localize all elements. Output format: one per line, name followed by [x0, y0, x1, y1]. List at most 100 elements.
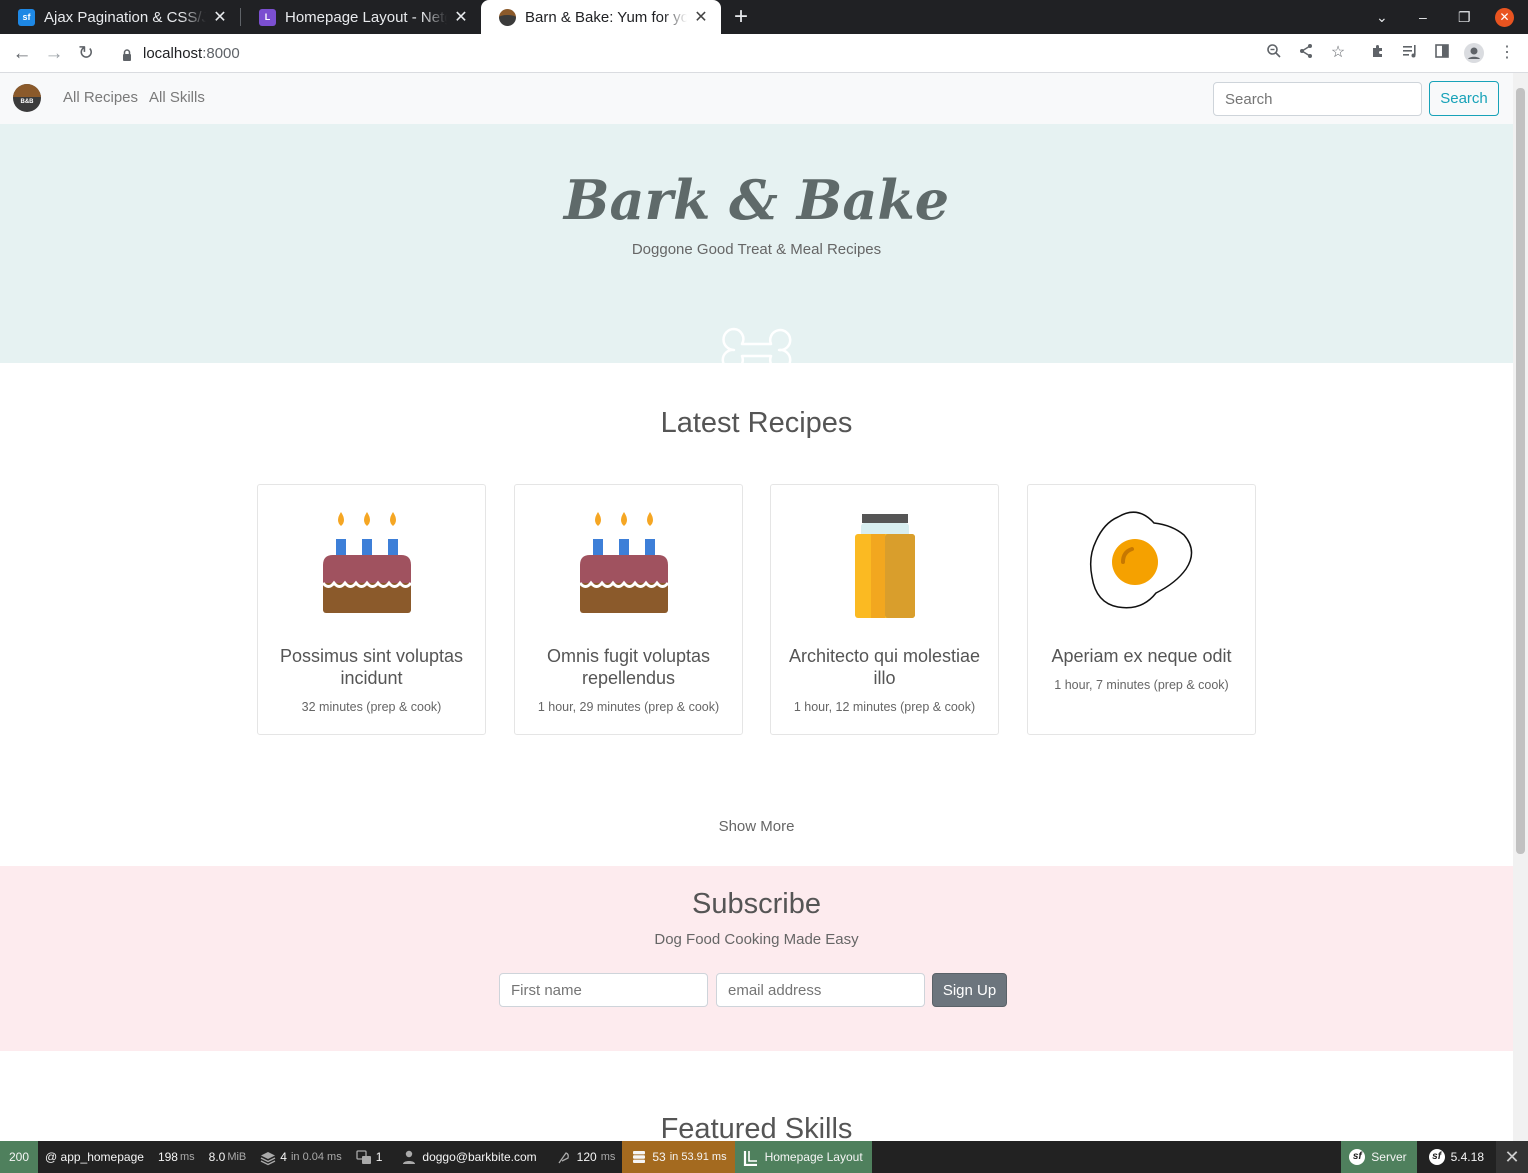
- browser-menu-icon[interactable]: ⋮: [1497, 43, 1517, 63]
- cache-value: 4: [280, 1150, 287, 1164]
- search-button[interactable]: Search: [1429, 81, 1499, 116]
- route-name: @ app_homepage: [45, 1150, 144, 1164]
- url-port: :8000: [202, 45, 240, 62]
- logger-item[interactable]: 120 ms: [550, 1141, 623, 1173]
- site-navbar: B&B All Recipes All Skills Search: [0, 73, 1513, 124]
- symfony-version: 5.4.18: [1450, 1150, 1484, 1164]
- browser-tab-2[interactable]: L Homepage Layout - Netgen ✕: [241, 0, 481, 34]
- close-window-icon[interactable]: ✕: [1495, 0, 1514, 34]
- logger-value: 120: [576, 1150, 597, 1164]
- database-icon: [632, 1150, 646, 1164]
- layout-item[interactable]: Homepage Layout: [734, 1141, 872, 1173]
- back-arrow-icon[interactable]: ←: [10, 42, 34, 66]
- side-panel-icon[interactable]: [1432, 43, 1452, 63]
- netgen-layouts-icon: [743, 1150, 759, 1167]
- zoom-icon[interactable]: [1264, 43, 1284, 63]
- forward-arrow-icon[interactable]: →: [42, 42, 66, 66]
- netgen-layouts-icon: L: [259, 8, 276, 26]
- translation-icon: [356, 1150, 371, 1164]
- symfony-logo-icon: sf: [1428, 1149, 1445, 1165]
- recipe-title[interactable]: Possimus sint voluptas incidunt: [268, 645, 475, 689]
- reload-icon[interactable]: ↻: [74, 42, 98, 66]
- memory-item[interactable]: 8.0 MiB: [202, 1141, 254, 1173]
- db-query-count: 53: [652, 1150, 666, 1164]
- extensions-puzzle-icon[interactable]: [1368, 43, 1388, 63]
- recipe-card[interactable]: Omnis fugit voluptas repellendus 1 hour,…: [514, 484, 743, 735]
- browser-tab-3-active[interactable]: Barn & Bake: Yum for your ✕: [481, 0, 721, 34]
- recipe-title[interactable]: Omnis fugit voluptas repellendus: [525, 645, 732, 689]
- show-more-link[interactable]: Show More: [0, 818, 1513, 835]
- lock-icon: [122, 48, 132, 61]
- server-label: Server: [1371, 1150, 1407, 1164]
- memory-unit: MiB: [227, 1151, 247, 1163]
- recipe-time: 32 minutes (prep & cook): [301, 700, 442, 714]
- bark-bake-icon: [499, 8, 516, 26]
- minimize-icon[interactable]: –: [1419, 0, 1427, 34]
- browser-tab-1[interactable]: sf Ajax Pagination & CSS/JS ✕: [0, 0, 240, 34]
- recipe-title[interactable]: Aperiam ex neque odit: [1038, 645, 1245, 667]
- web-page: B&B All Recipes All Skills Search Bark &…: [0, 73, 1513, 1141]
- recipe-card[interactable]: Aperiam ex neque odit 1 hour, 7 minutes …: [1027, 484, 1256, 735]
- logo-text: B&B: [20, 99, 34, 105]
- translation-item[interactable]: 1: [349, 1141, 390, 1173]
- close-tab-icon[interactable]: ✕: [693, 7, 709, 27]
- tab-title: Barn & Bake: Yum for your: [525, 8, 687, 26]
- site-logo[interactable]: B&B: [13, 84, 41, 112]
- translation-count: 1: [375, 1150, 383, 1164]
- close-tab-icon[interactable]: ✕: [212, 7, 228, 27]
- scrollbar-thumb[interactable]: [1516, 88, 1525, 854]
- symfony-version-item[interactable]: sf 5.4.18: [1421, 1141, 1496, 1173]
- recipe-time: 1 hour, 29 minutes (prep & cook): [537, 700, 720, 714]
- cache-item[interactable]: 4 in 0.04 ms: [253, 1141, 348, 1173]
- db-query-time: in 53.91 ms: [669, 1151, 727, 1163]
- status-code-badge[interactable]: 200: [0, 1141, 38, 1173]
- cache-layers-icon: [260, 1150, 276, 1166]
- server-item[interactable]: sf Server: [1341, 1141, 1417, 1173]
- new-tab-button[interactable]: +: [721, 3, 761, 31]
- birthday-cake-icon: [322, 512, 413, 613]
- email-field[interactable]: [716, 973, 925, 1007]
- tab-title: Ajax Pagination & CSS/JS: [44, 8, 206, 26]
- address-bar[interactable]: localhost:8000: [108, 38, 1298, 69]
- user-icon: [402, 1150, 416, 1164]
- cache-text: in 0.04 ms: [290, 1151, 342, 1163]
- subscribe-heading: Subscribe: [692, 888, 821, 920]
- recipe-time: 1 hour, 7 minutes (prep & cook): [1054, 678, 1229, 692]
- time-item[interactable]: 198 ms: [151, 1141, 202, 1173]
- media-queue-icon[interactable]: [1400, 43, 1420, 63]
- subscribe-subheading: Dog Food Cooking Made Easy: [654, 931, 859, 948]
- site-title: Bark & Bake: [563, 168, 950, 232]
- recipe-title[interactable]: Architecto qui molestiae illo: [781, 645, 988, 689]
- profile-avatar-icon[interactable]: [1464, 43, 1484, 63]
- hide-toolbar-close-icon[interactable]: ✕: [1496, 1141, 1528, 1173]
- restore-icon[interactable]: ❐: [1458, 0, 1471, 34]
- honey-jar-icon: [855, 514, 915, 618]
- logger-unit: ms: [600, 1151, 616, 1163]
- route-item[interactable]: @ app_homepage: [38, 1141, 151, 1173]
- fried-egg-icon: [1089, 511, 1193, 609]
- layout-label: Homepage Layout: [764, 1150, 863, 1164]
- browser-toolbar: ← → ↻ localhost:8000 ☆ ⋮: [0, 34, 1528, 73]
- subscribe-section: Subscribe Dog Food Cooking Made Easy Sig…: [0, 866, 1513, 1051]
- sign-up-button[interactable]: Sign Up: [932, 973, 1007, 1007]
- recipe-card[interactable]: Possimus sint voluptas incidunt 32 minut…: [257, 484, 486, 735]
- nav-link-all-skills[interactable]: All Skills: [149, 89, 205, 106]
- recipe-card[interactable]: Architecto qui molestiae illo 1 hour, 12…: [770, 484, 999, 735]
- bookmark-star-icon[interactable]: ☆: [1328, 43, 1348, 63]
- site-tagline: Doggone Good Treat & Meal Recipes: [631, 241, 882, 258]
- time-unit: ms: [179, 1151, 195, 1163]
- browser-tab-bar: sf Ajax Pagination & CSS/JS ✕ L Homepage…: [0, 0, 1528, 34]
- tab-title: Homepage Layout - Netgen: [285, 8, 447, 26]
- tab-search-icon[interactable]: ⌄: [1376, 0, 1388, 34]
- nav-link-all-recipes[interactable]: All Recipes: [63, 89, 138, 106]
- symfony-debug-toolbar: 200 @ app_homepage 198 ms 8.0 MiB 4 in 0.04…: [0, 1141, 1528, 1173]
- close-tab-icon[interactable]: ✕: [453, 7, 469, 27]
- database-item[interactable]: 53 in 53.91 ms: [622, 1141, 735, 1173]
- first-name-field[interactable]: [499, 973, 708, 1007]
- status-code: 200: [8, 1150, 30, 1164]
- share-icon[interactable]: [1296, 43, 1316, 63]
- recipe-time: 1 hour, 12 minutes (prep & cook): [793, 700, 976, 714]
- user-item[interactable]: doggo@barkbite.com: [395, 1141, 543, 1173]
- search-input[interactable]: [1213, 82, 1422, 116]
- memory-value: 8.0: [208, 1150, 226, 1164]
